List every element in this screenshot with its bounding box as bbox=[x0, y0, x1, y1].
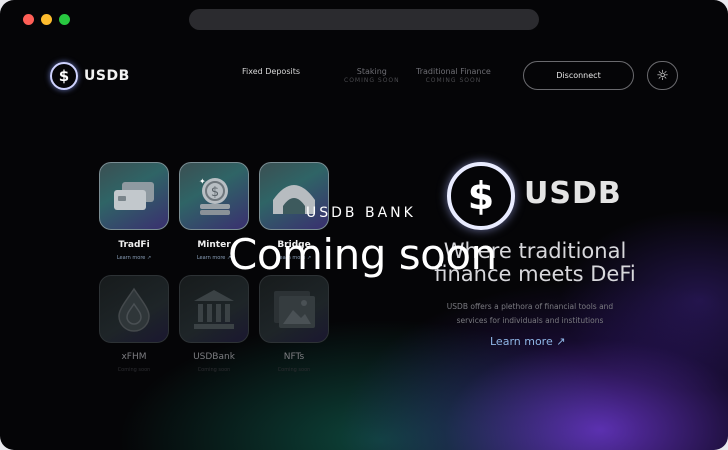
nav-staking-label: Staking bbox=[356, 67, 387, 76]
tile-xfhm-label: xFHM bbox=[121, 352, 147, 362]
drop-icon bbox=[118, 287, 150, 332]
hero-description: USDB offers a plethora of financial tool… bbox=[430, 300, 630, 328]
tile-tradfi-label: TradFi bbox=[118, 240, 150, 250]
sun-icon: ☼ bbox=[656, 67, 669, 84]
tile-nfts-status: Coming soon bbox=[277, 367, 311, 373]
usdb-hero-logo-icon: $ bbox=[447, 162, 515, 230]
tile-xfhm-status: Coming soon bbox=[117, 367, 151, 373]
svg-text:✦: ✦ bbox=[199, 177, 206, 186]
nav-traditional-finance-label: Traditional Finance bbox=[416, 67, 491, 76]
tile-minter[interactable]: $ ✦ bbox=[179, 162, 249, 230]
disconnect-button[interactable]: Disconnect bbox=[523, 61, 634, 90]
tile-nfts[interactable] bbox=[259, 275, 329, 343]
coin-stack-icon: $ ✦ bbox=[199, 177, 230, 215]
credit-cards-icon bbox=[114, 182, 154, 210]
close-dot[interactable] bbox=[23, 14, 34, 25]
brand-logo[interactable]: $ USDB bbox=[50, 62, 130, 90]
app-window: $ USDB Fixed Deposits Staking COMING SOO… bbox=[0, 0, 728, 450]
hero-desc-line2: services for individuals and institution… bbox=[456, 316, 604, 325]
overlay-coming-soon: Coming soon bbox=[228, 230, 497, 279]
address-bar[interactable] bbox=[189, 9, 539, 30]
nav-traditional-finance[interactable]: Traditional Finance COMING SOON bbox=[416, 67, 491, 84]
usdb-logo-icon: $ bbox=[50, 62, 78, 90]
hero-learn-more-link[interactable]: Learn more ↗ bbox=[490, 335, 565, 348]
nav-staking-badge: COMING SOON bbox=[344, 77, 400, 84]
hero-dollar-glyph: $ bbox=[467, 174, 495, 218]
tile-usdbank[interactable] bbox=[179, 275, 249, 343]
maximize-dot[interactable] bbox=[59, 14, 70, 25]
theme-toggle-button[interactable]: ☼ bbox=[647, 61, 678, 90]
hero-desc-line1: USDB offers a plethora of financial tool… bbox=[446, 302, 614, 311]
image-icon bbox=[274, 291, 315, 328]
brand-name: USDB bbox=[84, 68, 130, 84]
nav-fixed-deposits-label: Fixed Deposits bbox=[242, 67, 301, 76]
svg-text:$: $ bbox=[211, 185, 219, 200]
nav-staking[interactable]: Staking COMING SOON bbox=[344, 67, 400, 84]
tile-nfts-label: NFTs bbox=[283, 352, 305, 362]
tile-xfhm[interactable] bbox=[99, 275, 169, 343]
tile-tradfi-link[interactable]: Learn more ↗ bbox=[89, 255, 179, 261]
dollar-glyph: $ bbox=[58, 67, 70, 85]
overlay-bank-label: USDB BANK bbox=[306, 205, 416, 221]
tile-usdbank-label: USDBank bbox=[193, 352, 235, 362]
nav-traditional-finance-badge: COMING SOON bbox=[425, 77, 482, 84]
tile-tradfi[interactable] bbox=[99, 162, 169, 230]
minimize-dot[interactable] bbox=[41, 14, 52, 25]
hero-brand-name: USDB bbox=[524, 176, 622, 211]
nav-fixed-deposits[interactable]: Fixed Deposits bbox=[242, 67, 300, 76]
bank-icon bbox=[194, 290, 234, 329]
tile-usdbank-status: Coming soon bbox=[197, 367, 231, 373]
